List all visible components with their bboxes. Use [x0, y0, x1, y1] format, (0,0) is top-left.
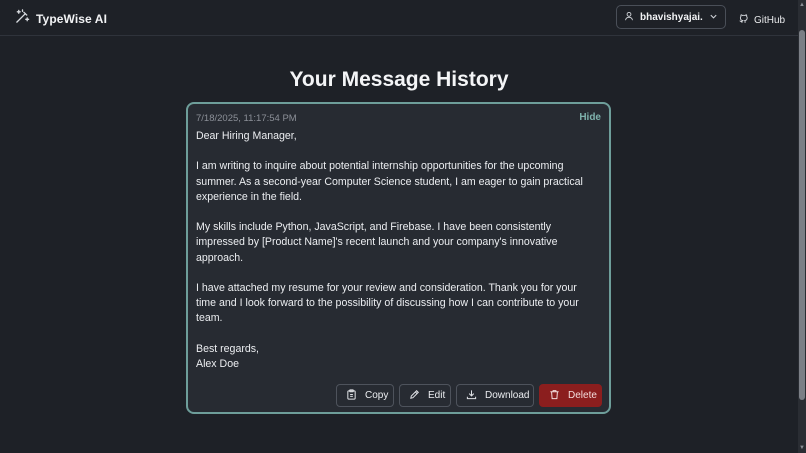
download-icon — [466, 389, 477, 403]
magic-wand-icon — [15, 9, 30, 29]
delete-label: Delete — [568, 390, 597, 401]
message-paragraph: I am writing to inquire about potential … — [196, 160, 583, 203]
brand[interactable]: TypeWise AI — [15, 9, 107, 29]
message-body: Dear Hiring Manager, I am writing to inq… — [196, 129, 596, 372]
edit-button[interactable]: Edit — [399, 384, 451, 407]
top-navbar: TypeWise AI bhavishyajai... GitHub — [0, 0, 798, 36]
message-signature: Alex Doe — [196, 357, 239, 370]
chevron-down-icon — [709, 8, 718, 26]
message-closing: Best regards, — [196, 342, 260, 355]
delete-button[interactable]: Delete — [539, 384, 602, 407]
clipboard-icon — [346, 388, 357, 403]
message-actions: Copy Edit Download Delete — [336, 384, 602, 407]
github-link[interactable]: GitHub — [738, 11, 785, 29]
download-label: Download — [485, 390, 530, 401]
hide-button[interactable]: Hide — [579, 112, 601, 123]
message-signoff: Best regards, Alex Doe — [196, 342, 596, 372]
copy-label: Copy — [365, 390, 389, 401]
brand-name: TypeWise AI — [36, 12, 108, 26]
message-paragraph: I have attached my resume for your revie… — [196, 281, 579, 325]
download-button[interactable]: Download — [456, 384, 534, 407]
user-menu-button[interactable]: bhavishyajai... — [616, 5, 726, 29]
copy-button[interactable]: Copy — [336, 384, 394, 407]
page-scrollbar[interactable]: ▲ ▼ — [798, 0, 806, 453]
message-card: 7/18/2025, 11:17:54 PM Hide Dear Hiring … — [186, 102, 611, 414]
message-paragraph: Dear Hiring Manager, — [196, 130, 297, 142]
github-label: GitHub — [754, 14, 786, 26]
trash-icon — [549, 389, 560, 403]
scroll-thumb[interactable] — [799, 30, 805, 400]
github-icon — [738, 11, 749, 29]
user-icon — [624, 8, 634, 26]
user-name: bhavishyajai... — [640, 11, 703, 23]
message-timestamp: 7/18/2025, 11:17:54 PM — [196, 113, 297, 124]
scroll-down-arrow-icon[interactable]: ▼ — [799, 445, 805, 451]
edit-label: Edit — [428, 390, 446, 401]
pencil-icon — [409, 389, 420, 403]
page-title: Your Message History — [289, 68, 509, 91]
message-paragraph: My skills include Python, JavaScript, an… — [196, 221, 558, 264]
scroll-up-arrow-icon[interactable]: ▲ — [799, 2, 805, 8]
